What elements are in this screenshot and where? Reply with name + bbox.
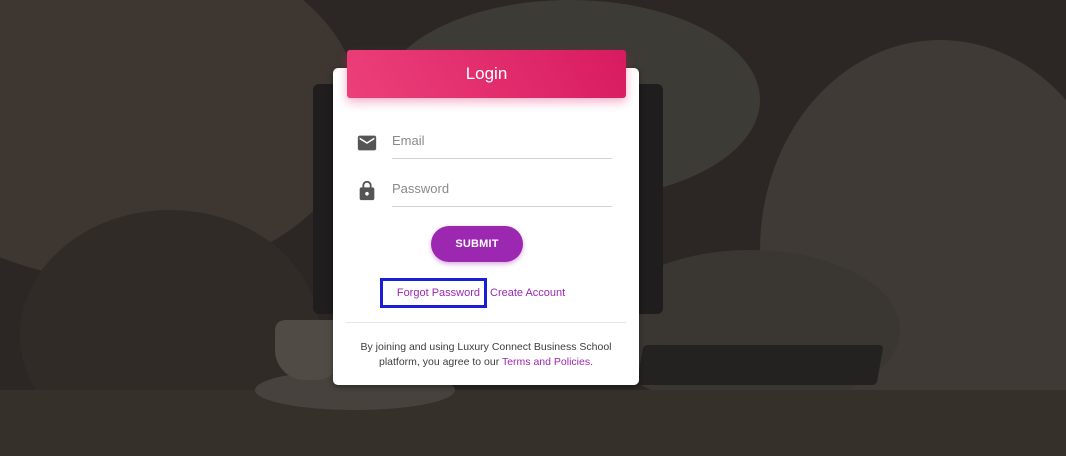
- divider: [346, 322, 626, 323]
- email-field-group: [356, 122, 616, 162]
- submit-button[interactable]: SUBMIT: [431, 226, 523, 262]
- forgot-password-link[interactable]: Forgot Password: [380, 278, 487, 308]
- email-input[interactable]: [392, 122, 612, 159]
- terms-notice: By joining and using Luxury Connect Busi…: [350, 340, 622, 370]
- create-account-link[interactable]: Create Account: [490, 287, 565, 299]
- mail-icon: [356, 132, 378, 154]
- forgot-password-label: Forgot Password: [396, 287, 480, 299]
- terms-link[interactable]: Terms and Policies.: [502, 356, 593, 368]
- login-header: Login: [347, 50, 626, 98]
- lock-icon: [356, 180, 378, 202]
- password-field-group: [356, 170, 616, 210]
- password-input[interactable]: [392, 170, 612, 207]
- auth-links: Forgot Password Create Account: [380, 278, 600, 308]
- login-title: Login: [465, 64, 508, 83]
